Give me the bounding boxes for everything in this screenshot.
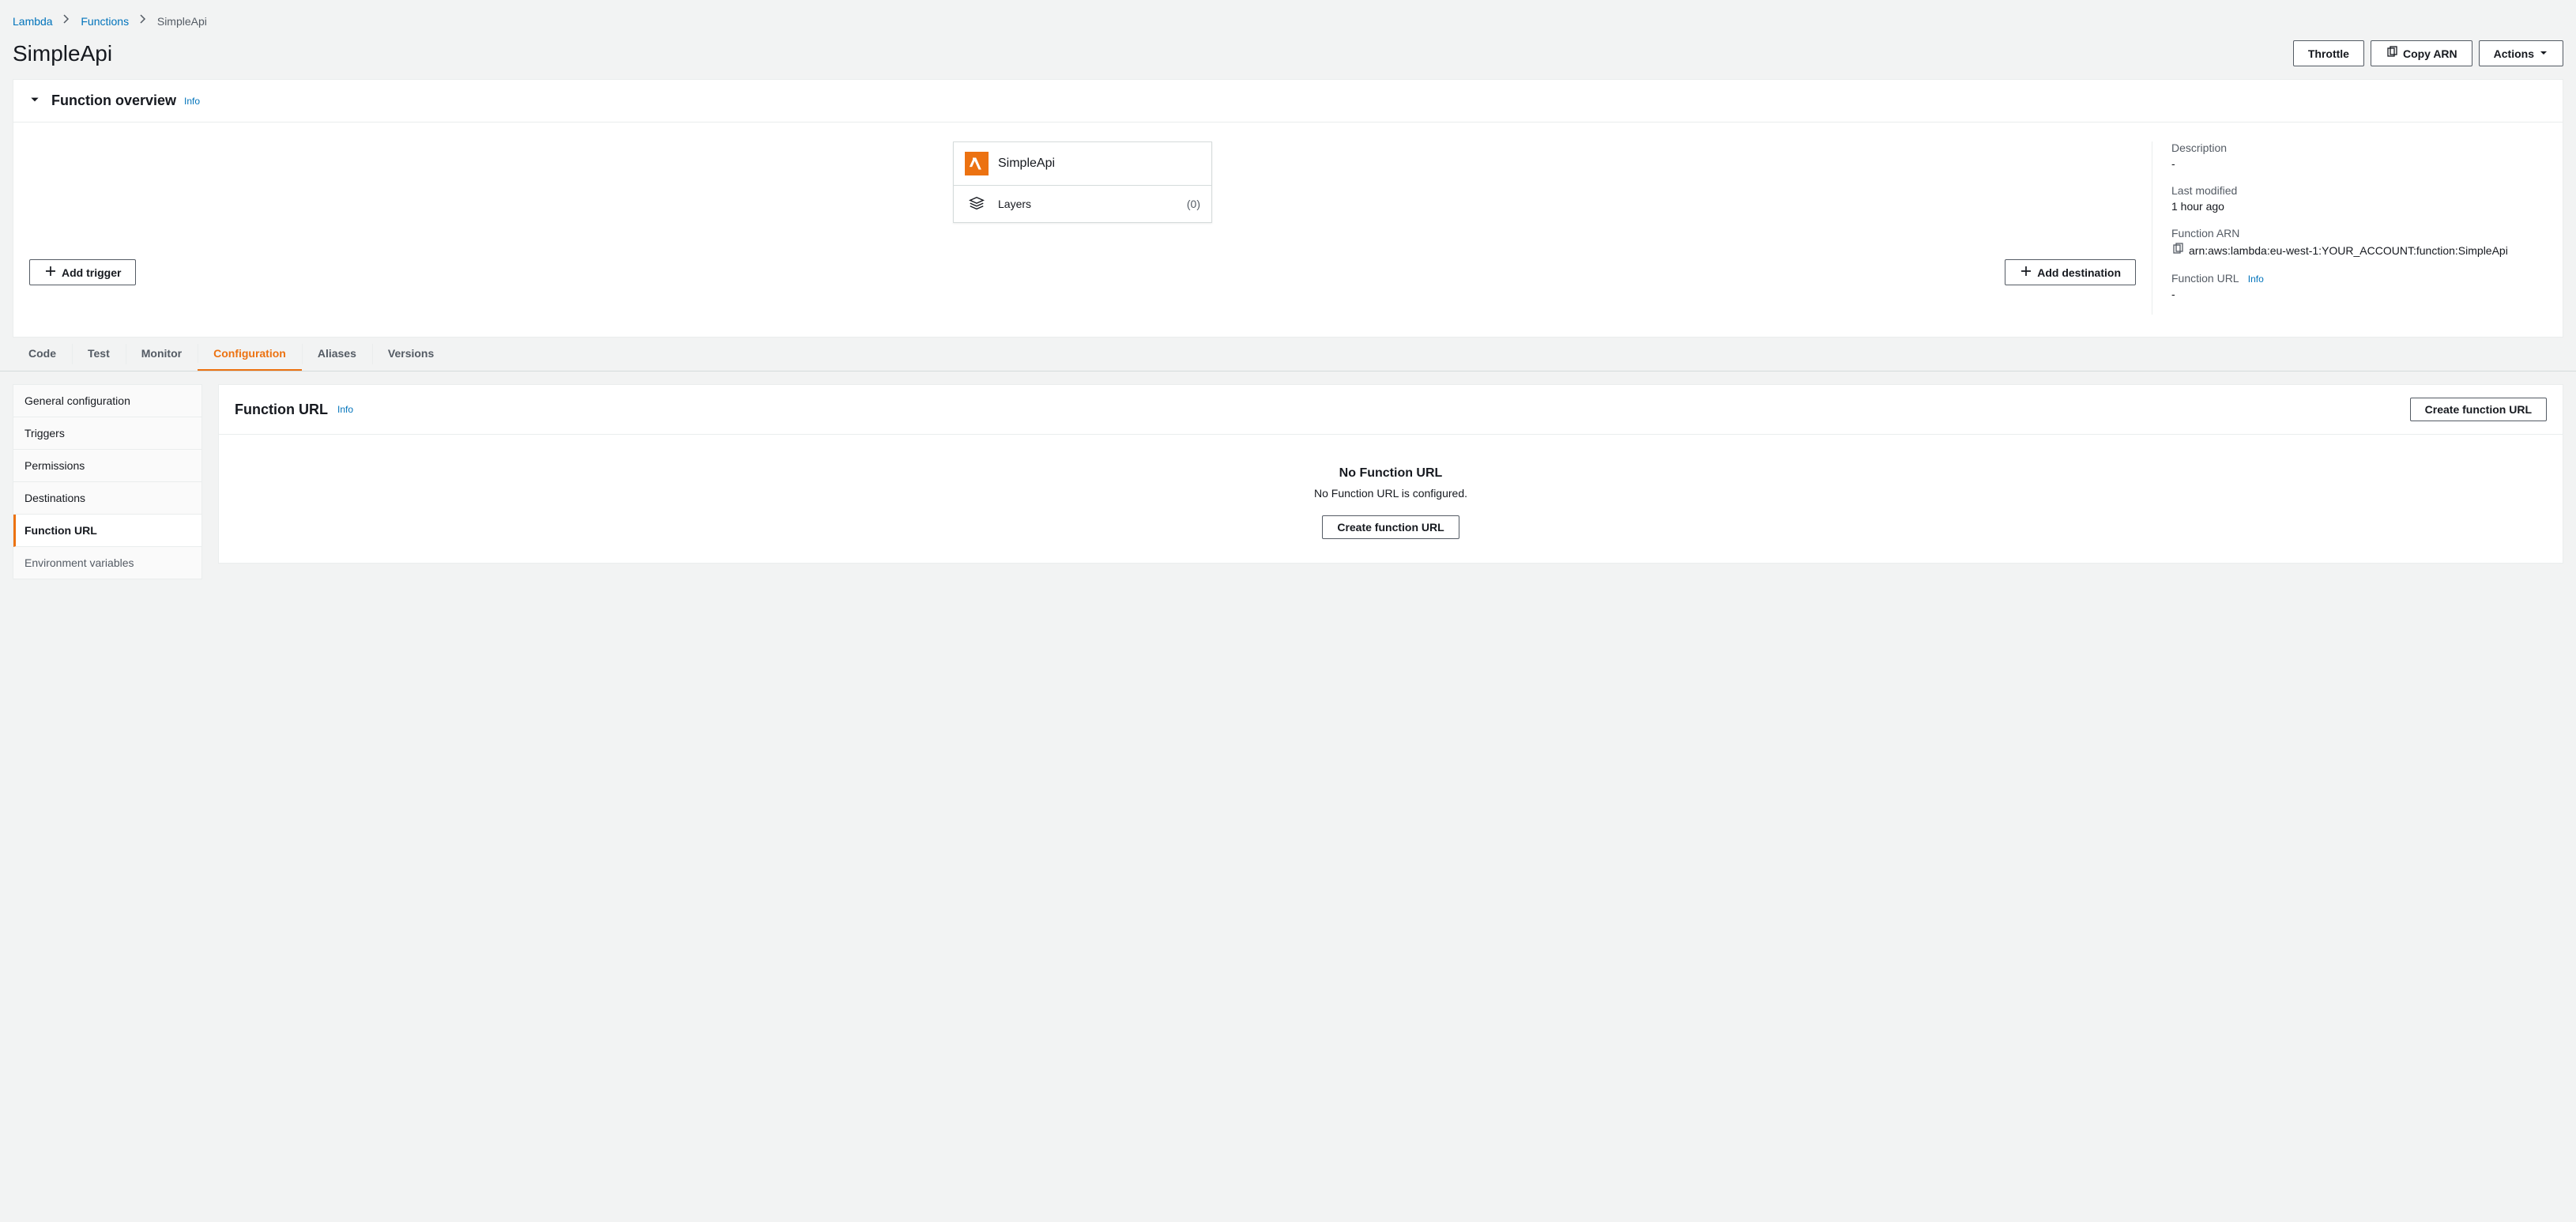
sidenav-destinations[interactable]: Destinations (13, 482, 201, 515)
empty-heading: No Function URL (235, 466, 2547, 481)
actions-label: Actions (2494, 47, 2534, 60)
function-url-label: Function URL (2171, 272, 2239, 285)
function-overview-panel: Function overview Info SimpleApi Layers … (13, 79, 2563, 338)
function-box[interactable]: SimpleApi Layers (0) (953, 141, 1212, 223)
tab-versions[interactable]: Versions (372, 338, 450, 371)
info-link[interactable]: Info (2248, 273, 2264, 285)
copy-icon[interactable] (2171, 243, 2184, 258)
tab-configuration[interactable]: Configuration (198, 338, 302, 371)
breadcrumb-lambda[interactable]: Lambda (13, 15, 53, 28)
function-arn-value: arn:aws:lambda:eu-west-1:YOUR_ACCOUNT:fu… (2189, 244, 2508, 257)
sidenav-triggers[interactable]: Triggers (13, 417, 201, 450)
last-modified-label: Last modified (2171, 184, 2547, 197)
layers-icon (965, 195, 989, 213)
function-overview-title: Function overview (51, 92, 176, 109)
info-link[interactable]: Info (337, 404, 353, 415)
layers-label: Layers (998, 198, 1031, 210)
plus-icon (44, 265, 57, 280)
function-url-panel-title: Function URL (235, 402, 328, 418)
tab-aliases[interactable]: Aliases (302, 338, 372, 371)
sidenav-general-configuration[interactable]: General configuration (13, 385, 201, 417)
create-function-url-button[interactable]: Create function URL (2410, 398, 2547, 421)
copy-icon (2386, 46, 2398, 61)
chevron-right-icon (137, 13, 149, 28)
layers-count: (0) (1187, 198, 1200, 210)
function-overview-header[interactable]: Function overview Info (13, 80, 2563, 123)
layers-row[interactable]: Layers (0) (954, 185, 1211, 222)
page-title: SimpleApi (13, 41, 112, 66)
add-destination-label: Add destination (2037, 266, 2121, 279)
add-trigger-button[interactable]: Add trigger (29, 259, 136, 285)
chevron-right-icon (60, 13, 73, 28)
config-sidenav: General configuration Triggers Permissio… (13, 384, 202, 579)
tab-code[interactable]: Code (13, 338, 72, 371)
function-diagram: SimpleApi Layers (0) Add trigger (29, 141, 2136, 315)
lambda-icon (965, 152, 989, 175)
header-actions: Throttle Copy ARN Actions (2293, 40, 2563, 66)
actions-dropdown-button[interactable]: Actions (2479, 40, 2563, 66)
tab-monitor[interactable]: Monitor (126, 338, 198, 371)
copy-arn-button[interactable]: Copy ARN (2371, 40, 2472, 66)
function-url-empty-state: No Function URL No Function URL is confi… (219, 435, 2563, 563)
sidenav-permissions[interactable]: Permissions (13, 450, 201, 482)
sidenav-environment-variables[interactable]: Environment variables (13, 547, 201, 579)
function-meta: Description - Last modified 1 hour ago F… (2152, 141, 2547, 315)
last-modified-value: 1 hour ago (2171, 200, 2547, 213)
plus-icon (2020, 265, 2032, 280)
description-label: Description (2171, 141, 2547, 154)
empty-text: No Function URL is configured. (235, 487, 2547, 500)
function-name: SimpleApi (998, 157, 1055, 171)
info-link[interactable]: Info (184, 96, 200, 107)
add-destination-button[interactable]: Add destination (2005, 259, 2136, 285)
copy-arn-label: Copy ARN (2403, 47, 2457, 60)
function-url-panel: Function URL Info Create function URL No… (218, 384, 2563, 564)
function-arn-label: Function ARN (2171, 227, 2547, 239)
description-value: - (2171, 157, 2547, 170)
caret-down-icon (2539, 47, 2548, 60)
throttle-button[interactable]: Throttle (2293, 40, 2364, 66)
create-function-url-button-empty[interactable]: Create function URL (1322, 515, 1459, 539)
page-header: SimpleApi Throttle Copy ARN Actions (0, 34, 2576, 79)
add-trigger-label: Add trigger (62, 266, 121, 279)
tab-test[interactable]: Test (72, 338, 126, 371)
tabs: Code Test Monitor Configuration Aliases … (0, 338, 2576, 372)
breadcrumb: Lambda Functions SimpleApi (0, 0, 2576, 34)
function-url-value: - (2171, 288, 2547, 300)
breadcrumb-current: SimpleApi (157, 15, 207, 28)
configuration-content: General configuration Triggers Permissio… (0, 372, 2576, 592)
caret-down-icon (29, 94, 40, 107)
sidenav-function-url[interactable]: Function URL (13, 515, 201, 547)
breadcrumb-functions[interactable]: Functions (81, 15, 129, 28)
